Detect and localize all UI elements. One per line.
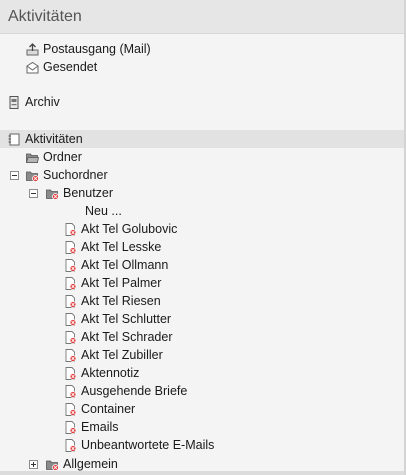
saved-search-item[interactable]: Akt Tel Riesen bbox=[64, 292, 161, 310]
bottom-scroll-strip[interactable] bbox=[0, 471, 404, 475]
tree-item-suchordner[interactable]: Suchordner bbox=[26, 166, 108, 184]
nav-item-label: Gesendet bbox=[43, 60, 98, 74]
saved-search-icon bbox=[65, 240, 77, 254]
saved-search-item[interactable]: Akt Tel Ollmann bbox=[64, 256, 168, 274]
tree-label: Neu ... bbox=[85, 204, 122, 218]
saved-search-item[interactable]: Aktennotiz bbox=[64, 364, 139, 382]
saved-search-item[interactable]: Akt Tel Golubovic bbox=[64, 220, 177, 238]
tree-item-benutzer[interactable]: Benutzer bbox=[46, 184, 113, 202]
saved-search-label: Ausgehende Briefe bbox=[81, 384, 188, 398]
saved-search-icon bbox=[65, 384, 77, 398]
activities-icon bbox=[8, 133, 20, 145]
saved-search-icon bbox=[65, 438, 77, 452]
saved-search-item[interactable]: Akt Tel Palmer bbox=[64, 274, 161, 292]
tree-item-new[interactable]: Neu ... bbox=[85, 202, 122, 220]
saved-search-icon bbox=[65, 276, 77, 290]
tree-label: Aktivitäten bbox=[25, 132, 83, 146]
saved-search-icon bbox=[65, 402, 77, 416]
folder-icon bbox=[26, 153, 39, 163]
nav-item-archive[interactable]: Archiv bbox=[8, 93, 60, 111]
panel-title: Aktivitäten bbox=[8, 8, 82, 25]
saved-search-item[interactable]: Unbeantwortete E-Mails bbox=[64, 436, 214, 454]
saved-search-label: Akt Tel Zubiller bbox=[81, 348, 163, 362]
tree-label: Allgemein bbox=[63, 457, 118, 471]
tree-root-activities[interactable]: Aktivitäten bbox=[8, 130, 83, 148]
saved-search-label: Emails bbox=[81, 420, 119, 434]
saved-search-label: Akt Tel Schrader bbox=[81, 330, 173, 344]
saved-search-icon bbox=[65, 294, 77, 308]
saved-search-label: Akt Tel Lesske bbox=[81, 240, 162, 254]
search-folder-icon bbox=[46, 460, 59, 471]
saved-search-label: Akt Tel Palmer bbox=[81, 276, 162, 290]
collapse-toggle-benutzer[interactable] bbox=[29, 189, 38, 198]
saved-search-icon bbox=[65, 366, 77, 380]
panel-header: Aktivitäten bbox=[0, 0, 404, 34]
saved-search-icon bbox=[65, 420, 77, 434]
saved-search-icon bbox=[65, 348, 77, 362]
nav-item-sent[interactable]: Gesendet bbox=[26, 58, 97, 76]
saved-search-item[interactable]: Akt Tel Schlutter bbox=[64, 310, 171, 328]
tree-item-ordner[interactable]: Ordner bbox=[26, 148, 82, 166]
expand-toggle-allgemein[interactable] bbox=[29, 460, 38, 469]
saved-search-icon bbox=[65, 312, 77, 326]
nav-item-outbox[interactable]: Postausgang (Mail) bbox=[26, 40, 151, 58]
saved-search-label: Akt Tel Riesen bbox=[81, 294, 161, 308]
nav-item-label: Postausgang (Mail) bbox=[43, 42, 151, 56]
saved-search-item[interactable]: Akt Tel Schrader bbox=[64, 328, 172, 346]
search-folder-icon bbox=[46, 189, 59, 200]
saved-search-item[interactable]: Container bbox=[64, 400, 135, 418]
saved-search-item[interactable]: Ausgehende Briefe bbox=[64, 382, 187, 400]
saved-search-item[interactable]: Akt Tel Lesske bbox=[64, 238, 161, 256]
nav-item-label: Archiv bbox=[25, 95, 60, 109]
saved-search-label: Unbeantwortete E-Mails bbox=[81, 438, 215, 452]
tree-label: Benutzer bbox=[63, 186, 114, 200]
saved-search-icon bbox=[65, 258, 77, 272]
saved-search-item[interactable]: Akt Tel Zubiller bbox=[64, 346, 163, 364]
saved-search-item[interactable]: Emails bbox=[64, 418, 119, 436]
tree-label: Suchordner bbox=[43, 168, 108, 182]
tree-label: Ordner bbox=[43, 150, 82, 164]
saved-search-label: Aktennotiz bbox=[81, 366, 140, 380]
saved-search-icon bbox=[65, 330, 77, 344]
archive-icon bbox=[9, 95, 19, 109]
saved-search-icon bbox=[65, 222, 77, 236]
outbox-icon bbox=[26, 42, 39, 55]
saved-search-label: Container bbox=[81, 402, 136, 416]
collapse-toggle-suchordner[interactable] bbox=[10, 171, 19, 180]
saved-search-label: Akt Tel Golubovic bbox=[81, 222, 178, 236]
sent-envelope-icon bbox=[26, 61, 39, 73]
saved-search-label: Akt Tel Schlutter bbox=[81, 312, 172, 326]
saved-search-label: Akt Tel Ollmann bbox=[81, 258, 169, 272]
search-folder-icon bbox=[26, 171, 39, 182]
